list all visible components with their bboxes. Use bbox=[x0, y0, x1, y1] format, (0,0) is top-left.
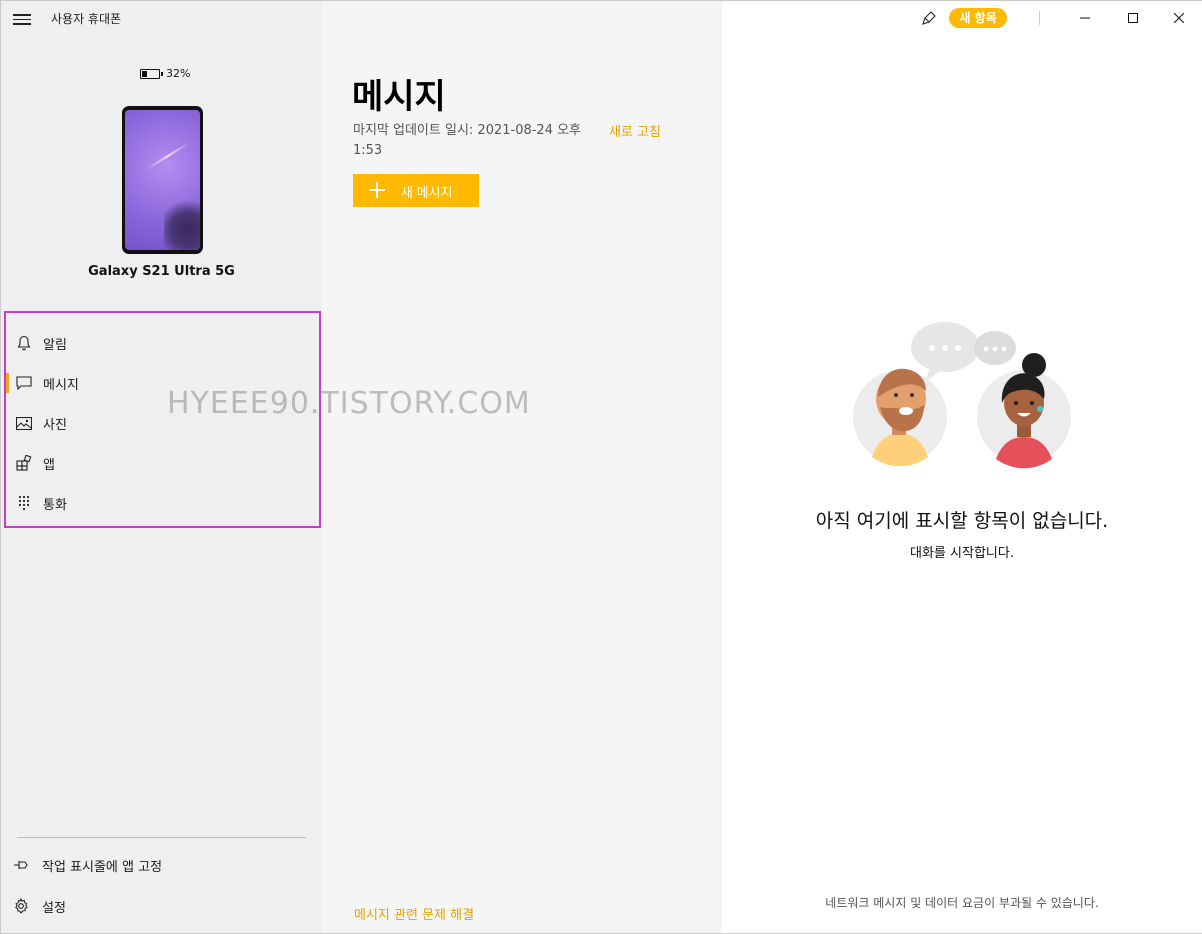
sidebar-item-label: 사진 bbox=[43, 417, 67, 433]
new-items-badge[interactable]: 새 항목 bbox=[949, 8, 1007, 28]
sidebar-item-label: 메시지 bbox=[43, 377, 79, 393]
photo-icon bbox=[16, 415, 32, 431]
device-name: Galaxy S21 Ultra 5G bbox=[88, 264, 235, 279]
nav-list: 알림 메시지 사진 앱 통화 bbox=[4, 311, 321, 528]
last-update-text: 마지막 업데이트 일시: 2021-08-24 오후 1:53 bbox=[353, 123, 582, 158]
maximize-icon bbox=[1128, 13, 1138, 23]
brush-icon[interactable] bbox=[921, 10, 937, 26]
data-charges-note: 네트워크 메시지 및 데이터 요금이 부과될 수 있습니다. bbox=[825, 896, 1099, 910]
refresh-link[interactable]: 새로 고침 bbox=[609, 121, 661, 140]
sidebar-item-label: 통화 bbox=[43, 497, 67, 513]
page-title: 메시지 bbox=[352, 77, 446, 117]
messages-panel: 메시지 마지막 업데이트 일시: 2021-08-24 오후 1:53 새로 고… bbox=[322, 1, 722, 933]
troubleshoot-link[interactable]: 메시지 관련 문제 해결 bbox=[354, 904, 474, 923]
phone-image bbox=[122, 106, 203, 254]
settings-label: 설정 bbox=[42, 901, 66, 916]
sidebar-item-apps[interactable]: 앱 bbox=[6, 443, 319, 483]
sidebar-item-photos[interactable]: 사진 bbox=[6, 403, 319, 443]
sidebar-item-label: 알림 bbox=[43, 337, 67, 353]
divider bbox=[17, 837, 306, 838]
app-title: 사용자 휴대폰 bbox=[51, 12, 122, 26]
maximize-button[interactable] bbox=[1110, 1, 1156, 35]
bell-icon bbox=[16, 335, 32, 351]
titlebar-separator bbox=[1039, 11, 1040, 25]
sidebar-item-notifications[interactable]: 알림 bbox=[6, 323, 319, 363]
sidebar: 사용자 휴대폰 32% Galaxy S21 Ultra 5G 알림 메시지 사… bbox=[1, 1, 322, 933]
empty-state-subtitle: 대화를 시작합니다. bbox=[910, 546, 1014, 561]
settings-button[interactable]: 설정 bbox=[1, 888, 322, 924]
sidebar-item-messages[interactable]: 메시지 bbox=[6, 363, 319, 403]
battery-icon bbox=[140, 68, 163, 79]
hamburger-menu-icon[interactable] bbox=[13, 11, 31, 27]
apps-icon bbox=[16, 455, 32, 471]
close-button[interactable] bbox=[1156, 1, 1202, 35]
empty-state-illustration bbox=[853, 322, 1071, 469]
sidebar-item-calls[interactable]: 통화 bbox=[6, 483, 319, 523]
new-message-label: 새 메시지 bbox=[401, 185, 453, 200]
pin-label: 작업 표시줄에 앱 고정 bbox=[42, 860, 163, 875]
pin-to-taskbar-button[interactable]: 작업 표시줄에 앱 고정 bbox=[1, 847, 322, 883]
sidebar-item-label: 앱 bbox=[43, 457, 55, 473]
new-message-button[interactable]: 새 메시지 bbox=[353, 174, 479, 207]
conversation-panel: 새 항목 아직 여기에 표시할 항목이 없습니다. 대화를 시작합니다. 네트워… bbox=[722, 1, 1202, 933]
gear-icon bbox=[13, 898, 29, 914]
close-icon bbox=[1174, 13, 1184, 23]
chat-icon bbox=[16, 375, 32, 391]
minimize-button[interactable] bbox=[1062, 1, 1108, 35]
app-window: 사용자 휴대폰 32% Galaxy S21 Ultra 5G 알림 메시지 사… bbox=[0, 0, 1202, 934]
battery-status: 32% bbox=[140, 67, 190, 80]
minimize-icon bbox=[1080, 17, 1090, 19]
pin-icon bbox=[13, 857, 29, 873]
empty-state-title: 아직 여기에 표시할 항목이 없습니다. bbox=[815, 510, 1109, 532]
plus-icon bbox=[369, 182, 385, 198]
battery-percent: 32% bbox=[166, 67, 191, 80]
dialpad-icon bbox=[16, 495, 32, 511]
